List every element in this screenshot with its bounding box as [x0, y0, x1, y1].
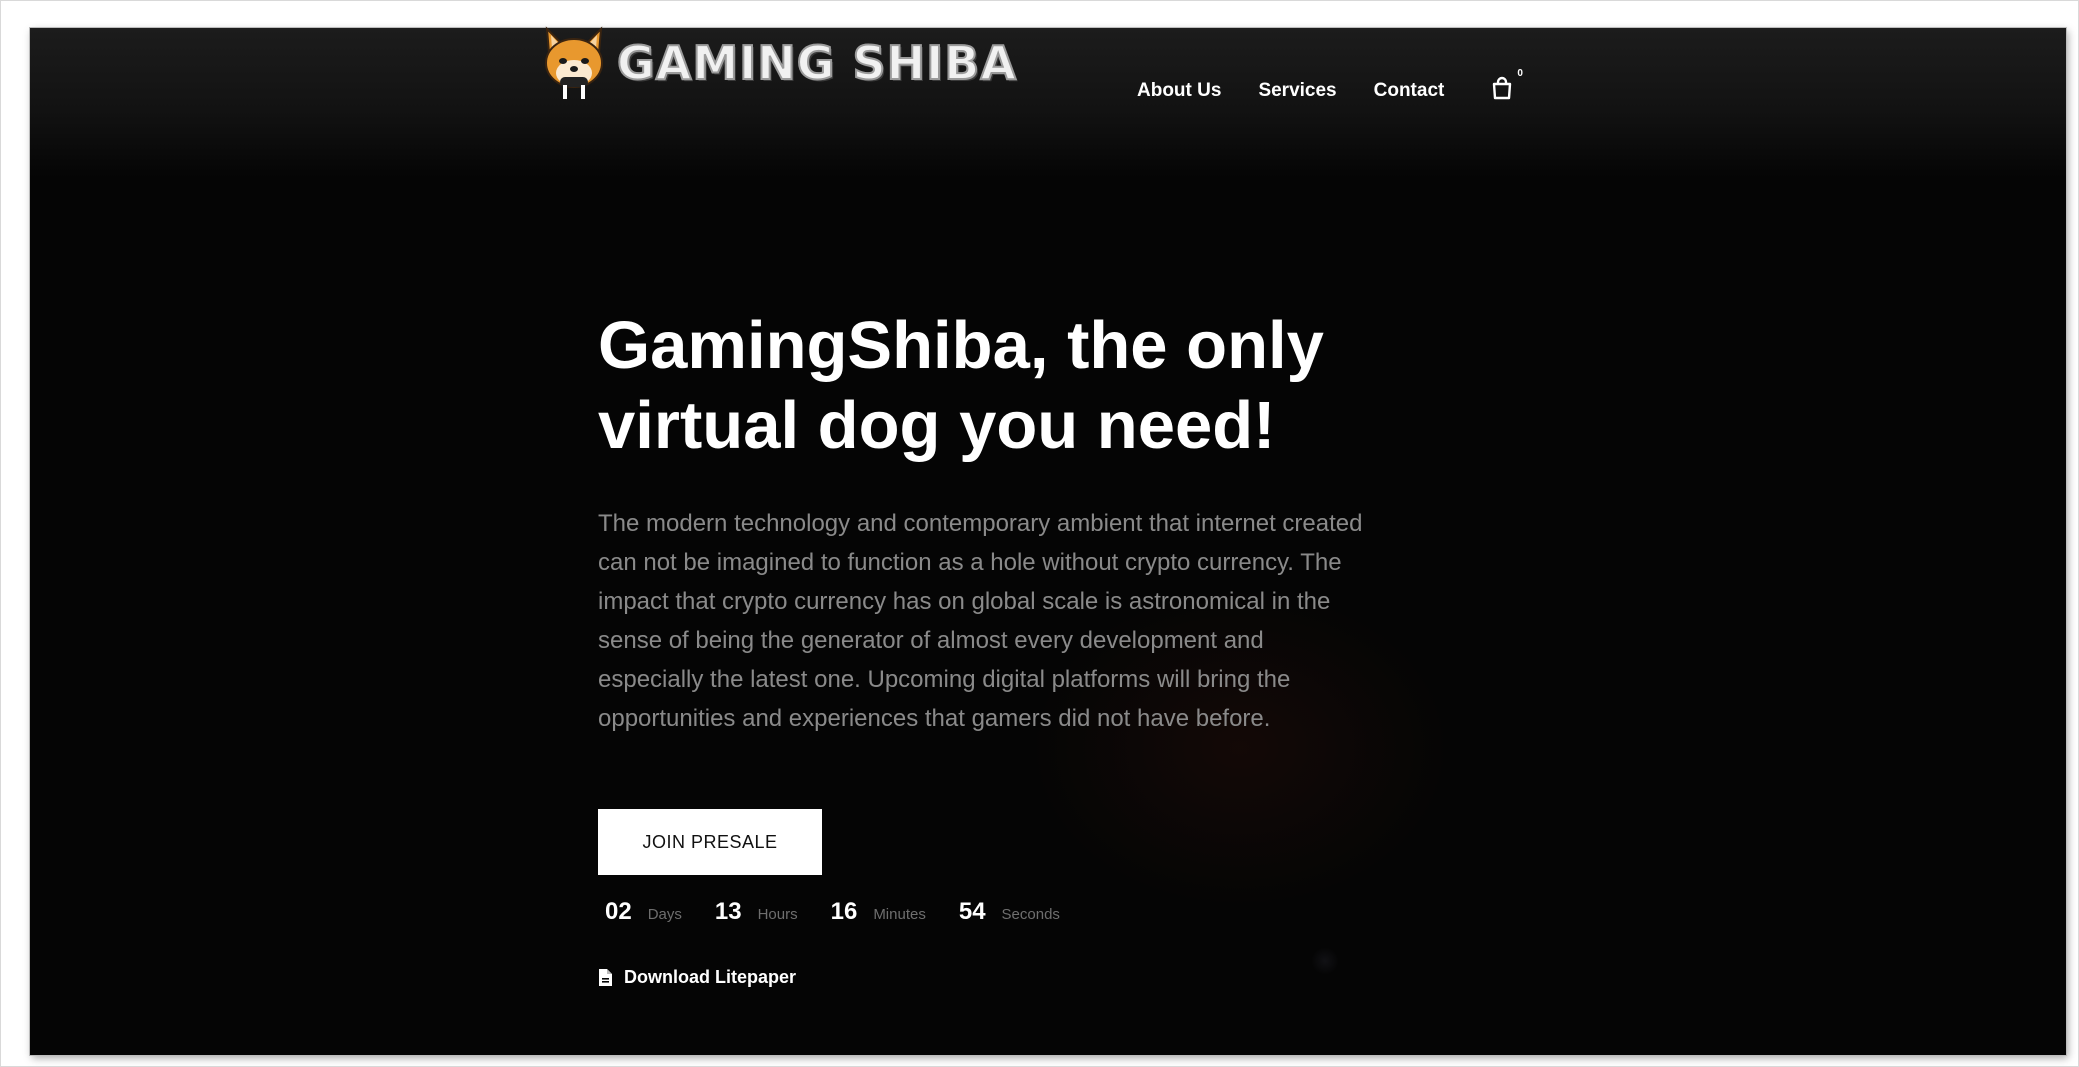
header-background: [30, 28, 2066, 178]
hero-description: The modern technology and contemporary a…: [598, 510, 1363, 732]
hero-section: GamingShiba, the only virtual dog you ne…: [598, 306, 1398, 738]
join-presale-button[interactable]: JOIN PRESALE: [598, 809, 822, 875]
countdown-days-label: Days: [647, 906, 682, 923]
screenshot-frame: GAMING SHIBA About Us Services Contact 0…: [0, 0, 2079, 1067]
presale-countdown: 02 Days 13 Hours 16 Minutes 54 Seconds: [605, 898, 1093, 926]
hero-title: GamingShiba, the only virtual dog you ne…: [598, 306, 1398, 466]
countdown-hours-value: 13: [714, 898, 742, 925]
cart-button[interactable]: 0: [1491, 68, 1523, 102]
download-litepaper-label: Download Litepaper: [624, 967, 797, 987]
countdown-seconds-value: 54: [958, 898, 986, 925]
nav-item-contact[interactable]: Contact: [1374, 80, 1445, 102]
cart-count-badge: 0: [1517, 68, 1523, 79]
site-logo[interactable]: GAMING SHIBA: [541, 23, 1017, 103]
shopping-bag-icon: [1493, 76, 1512, 100]
download-litepaper-link[interactable]: Download Litepaper: [598, 967, 796, 988]
countdown-minutes-value: 16: [830, 898, 858, 925]
countdown-hours-label: Hours: [757, 906, 798, 923]
brand-name: GAMING SHIBA: [616, 35, 1017, 91]
hero-background-dot: [1312, 948, 1338, 974]
hero-title-line-1: GamingShiba, the only: [598, 308, 1324, 383]
nav-item-services[interactable]: Services: [1258, 80, 1336, 102]
shiba-dog-mascot-icon: [541, 23, 607, 103]
main-nav: About Us Services Contact 0: [1137, 68, 1523, 104]
countdown-seconds-label: Seconds: [1001, 906, 1060, 923]
countdown-minutes-label: Minutes: [873, 906, 926, 923]
file-icon: [599, 969, 612, 986]
hero-title-line-2: virtual dog you need!: [598, 388, 1276, 463]
nav-item-about-us[interactable]: About Us: [1137, 80, 1221, 102]
countdown-days-value: 02: [605, 898, 632, 925]
